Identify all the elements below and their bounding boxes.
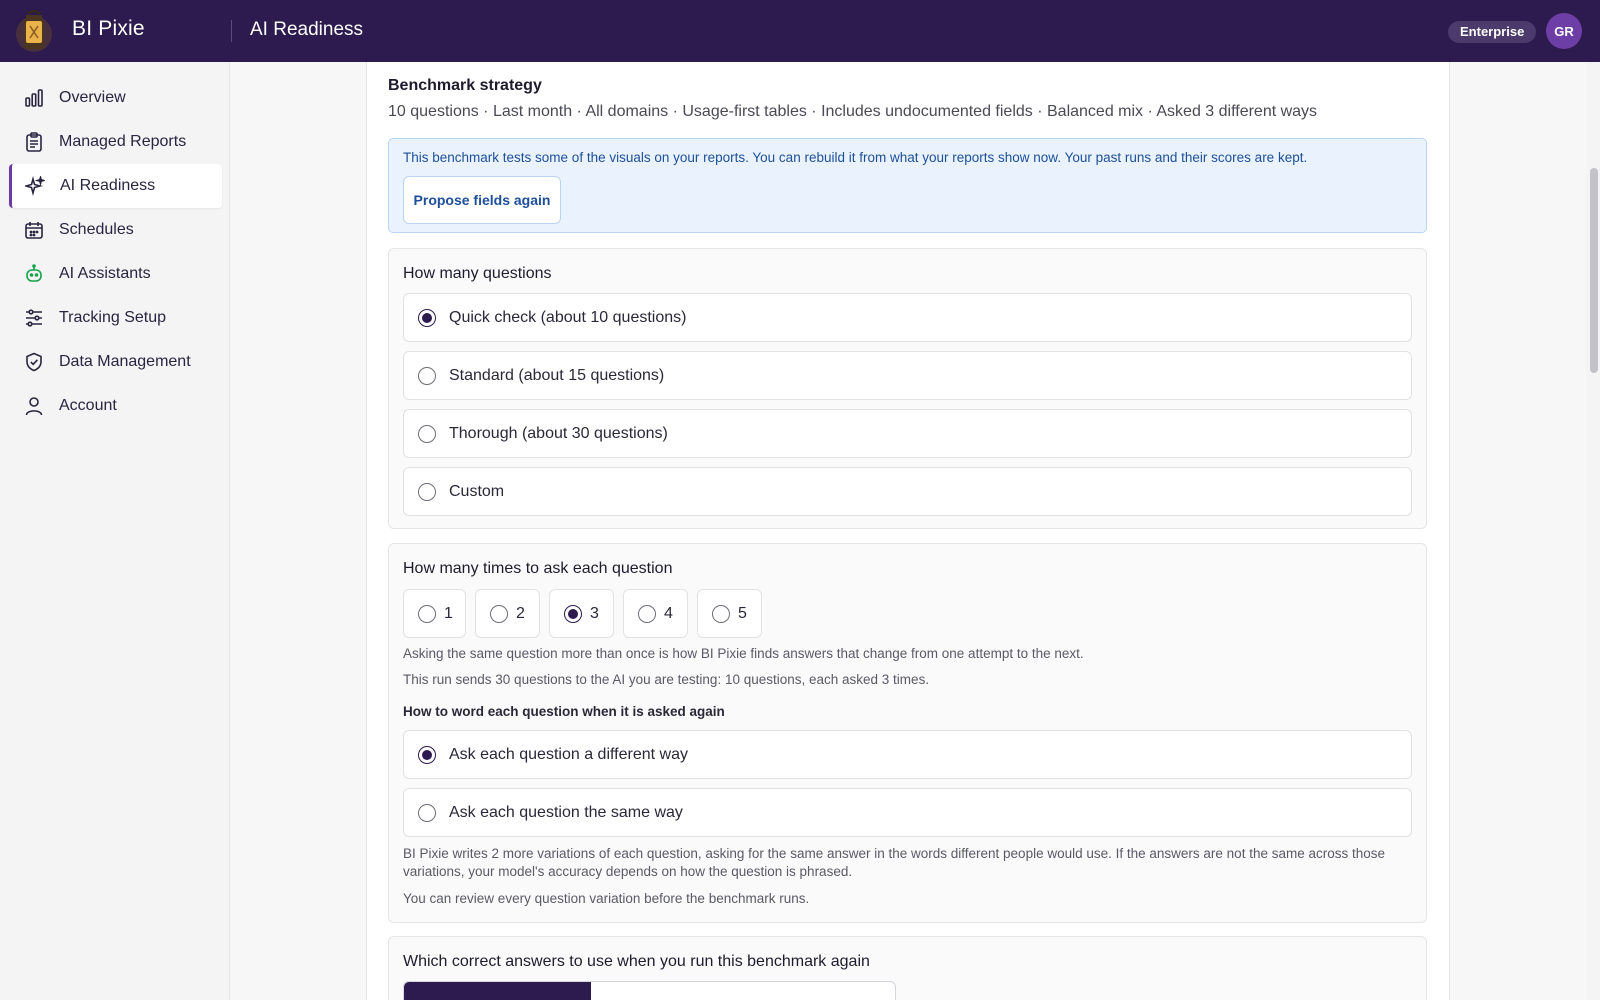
option-custom[interactable]: Custom [403, 467, 1412, 516]
notice-text: This benchmark tests some of the visuals… [403, 150, 1308, 165]
option-label: Ask each question the same way [449, 803, 683, 821]
sidebar-item-tracking-setup[interactable]: Tracking Setup [9, 296, 222, 340]
repeat-option-2[interactable]: 2 [475, 589, 540, 638]
sidebar-item-label: Data Management [59, 353, 191, 370]
option-label: Custom [449, 482, 505, 500]
radio-button[interactable] [418, 424, 436, 443]
option-label: 5 [738, 604, 747, 622]
radio-button[interactable] [638, 604, 656, 623]
sidebar-item-ai-readiness[interactable]: AI Readiness [9, 164, 222, 208]
repeat-option-1[interactable]: 1 [403, 589, 466, 638]
wording-subheading: How to word each question when it is ask… [403, 704, 725, 719]
lantern-logo-icon[interactable] [12, 6, 56, 56]
radio-button[interactable] [418, 482, 436, 501]
repeat-summary-text: This run sends 30 questions to the AI yo… [403, 672, 930, 687]
calendar-icon [23, 219, 45, 241]
sidebar-item-label: AI Assistants [59, 265, 151, 282]
radio-button[interactable] [418, 604, 436, 623]
strategy-summary: 10 questions · Last month · All domains … [388, 103, 1318, 120]
option-label: Thorough (about 30 questions) [449, 424, 668, 442]
sidebar-item-overview[interactable]: Overview [9, 76, 222, 120]
sidebar-item-data-management[interactable]: Data Management [9, 340, 222, 384]
option-ask-same-way[interactable]: Ask each question the same way [403, 788, 1412, 837]
answers-tab-selected[interactable] [404, 982, 591, 1000]
sidebar-item-ai-assistants[interactable]: AI Assistants [9, 252, 222, 296]
sidebar-item-label: Schedules [59, 221, 134, 238]
card-title: How many questions [403, 265, 552, 282]
repeat-option-5[interactable]: 5 [697, 589, 762, 638]
radio-button[interactable] [418, 803, 436, 822]
option-ask-different-way[interactable]: Ask each question a different way [403, 730, 1412, 779]
sidebar-item-label: Overview [59, 89, 126, 106]
radio-button[interactable] [418, 308, 436, 327]
option-label: 3 [590, 604, 599, 622]
sidebar-nav: Overview Managed Reports AI Readiness Sc… [0, 62, 230, 1000]
question-count-card: How many questions Quick check (about 10… [388, 248, 1427, 529]
sparkles-icon [24, 175, 46, 197]
radio-button[interactable] [712, 604, 730, 623]
sidebar-item-label: AI Readiness [60, 177, 156, 194]
bar-chart-icon [23, 87, 45, 109]
propose-fields-again-button[interactable]: Propose fields again [403, 176, 561, 224]
wording-help-text: BI Pixie writes 2 more variations of eac… [403, 846, 1386, 879]
radio-button[interactable] [418, 366, 436, 385]
user-avatar[interactable]: GR [1546, 13, 1582, 49]
repeat-option-3[interactable]: 3 [549, 589, 614, 638]
answers-tab-bar[interactable] [403, 981, 896, 1000]
card-title: How many times to ask each question [403, 560, 673, 577]
top-bar: BI Pixie AI Readiness Enterprise GR [0, 0, 1600, 62]
sidebar-item-label: Account [59, 397, 117, 414]
sidebar-item-schedules[interactable]: Schedules [9, 208, 222, 252]
option-thorough[interactable]: Thorough (about 30 questions) [403, 409, 1412, 458]
shield-check-icon [23, 351, 45, 373]
card-title: Which correct answers to use when you ru… [403, 953, 870, 970]
review-help-text: You can review every question variation … [403, 891, 810, 906]
sidebar-item-label: Tracking Setup [59, 309, 167, 326]
radio-button[interactable] [564, 604, 582, 623]
option-label: 4 [664, 604, 673, 622]
header-divider [231, 20, 232, 42]
app-name[interactable]: BI Pixie [72, 17, 145, 41]
sliders-icon [23, 307, 45, 329]
option-label: 1 [444, 604, 453, 622]
repeat-option-4[interactable]: 4 [623, 589, 688, 638]
page-title: AI Readiness [250, 19, 364, 40]
section-title: Benchmark strategy [388, 77, 542, 94]
clipboard-icon [23, 131, 45, 153]
option-label: Ask each question a different way [449, 745, 688, 763]
option-quick-check[interactable]: Quick check (about 10 questions) [403, 293, 1412, 342]
radio-button[interactable] [490, 604, 508, 623]
radio-button[interactable] [418, 745, 436, 764]
option-standard[interactable]: Standard (about 15 questions) [403, 351, 1412, 400]
scrollbar-thumb[interactable] [1590, 168, 1598, 373]
option-label: Standard (about 15 questions) [449, 366, 665, 384]
answers-card: Which correct answers to use when you ru… [388, 936, 1427, 1000]
option-label: Quick check (about 10 questions) [449, 308, 687, 326]
sidebar-item-label: Managed Reports [59, 133, 187, 150]
sidebar-item-managed-reports[interactable]: Managed Reports [9, 120, 222, 164]
repeat-count-card: How many times to ask each question 1 2 … [388, 543, 1427, 923]
option-label: 2 [516, 604, 525, 622]
robot-icon [23, 263, 45, 285]
info-notice: This benchmark tests some of the visuals… [388, 138, 1427, 233]
user-icon [23, 395, 45, 417]
sidebar-item-account[interactable]: Account [9, 384, 222, 428]
plan-badge: Enterprise [1448, 21, 1537, 43]
repeat-help-text: Asking the same question more than once … [403, 646, 1084, 661]
